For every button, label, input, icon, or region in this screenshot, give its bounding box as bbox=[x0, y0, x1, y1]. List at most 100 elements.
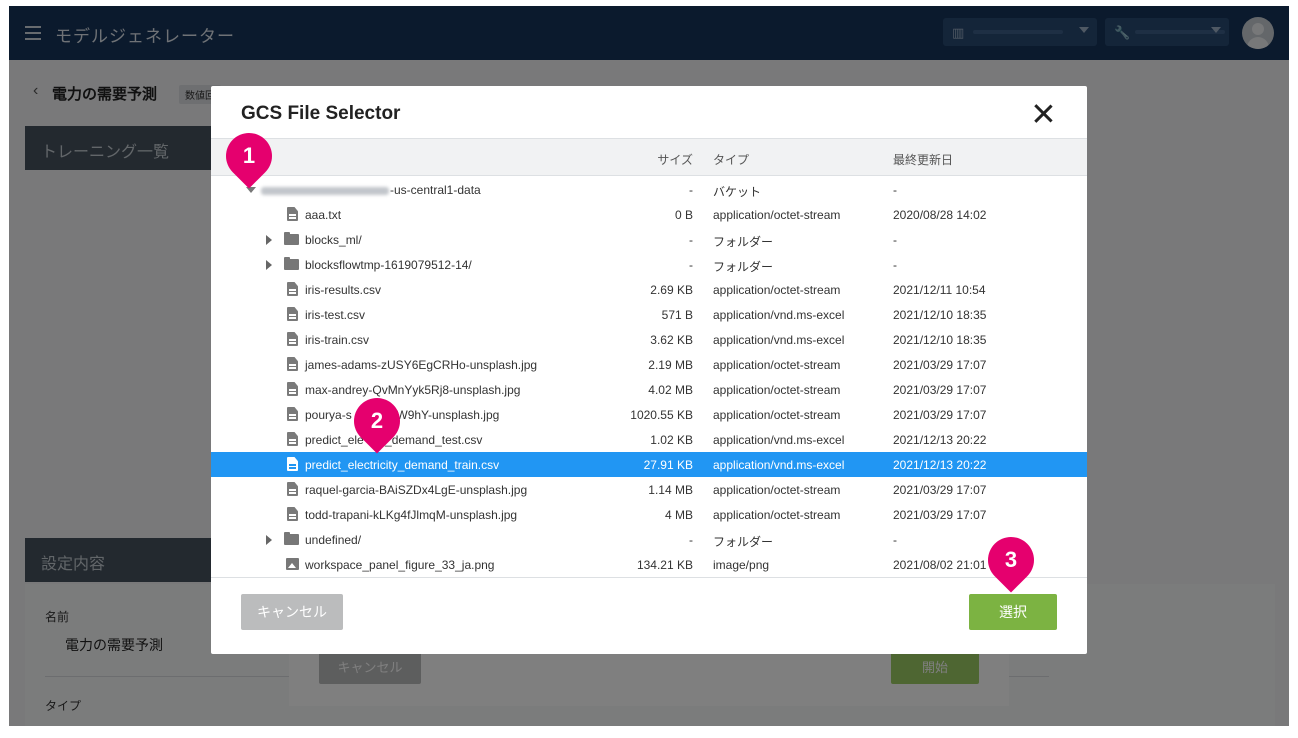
file-modified: - bbox=[893, 233, 897, 247]
file-modified: 2021/03/29 17:07 bbox=[893, 483, 987, 497]
expand-toggle-icon[interactable] bbox=[266, 535, 272, 545]
callout-1: 1 bbox=[216, 123, 282, 189]
file-type: application/vnd.ms-excel bbox=[713, 458, 845, 472]
file-name: todd-trapani-kLKg4fJlmqM-unsplash.jpg bbox=[305, 508, 518, 522]
file-icon bbox=[287, 207, 298, 221]
folder-icon bbox=[284, 232, 299, 245]
file-modified: 2021/03/29 17:07 bbox=[893, 408, 987, 422]
file-name: undefined/ bbox=[305, 533, 362, 547]
file-row[interactable]: todd-trapani-kLKg4fJlmqM-unsplash.jpg 4 M… bbox=[211, 502, 1087, 527]
file-size: 2.69 KB bbox=[650, 283, 693, 297]
expand-toggle-icon[interactable] bbox=[266, 235, 272, 245]
type-column-header[interactable]: タイプ bbox=[713, 151, 749, 168]
file-name: workspace_panel_figure_33_ja.png bbox=[305, 558, 495, 572]
file-size: 27.91 KB bbox=[643, 458, 693, 472]
file-type: フォルダー bbox=[713, 235, 774, 249]
file-row[interactable]: iris-results.csv 2.69 KB application/octet… bbox=[211, 277, 1087, 302]
modified-column-header[interactable]: 最終更新日 bbox=[893, 151, 953, 168]
file-name: raquel-garcia-BAiSZDx4LgE-unsplash.jpg bbox=[305, 483, 528, 497]
dialog-title: GCS File Selector bbox=[241, 103, 401, 124]
file-type: application/vnd.ms-excel bbox=[713, 433, 845, 447]
file-size: 1020.55 KB bbox=[630, 408, 693, 422]
file-type: application/octet-stream bbox=[713, 483, 841, 497]
file-row[interactable]: iris-test.csv 571 B application/vnd.ms-exc… bbox=[211, 302, 1087, 327]
file-modified: - bbox=[893, 183, 897, 197]
file-size: 1.02 KB bbox=[650, 433, 693, 447]
file-size: - bbox=[689, 258, 693, 272]
file-type: application/vnd.ms-excel bbox=[713, 308, 845, 322]
file-icon bbox=[287, 282, 298, 296]
folder-icon bbox=[284, 257, 299, 270]
folder-row[interactable]: undefined/ - フォルダー - bbox=[211, 527, 1087, 552]
file-table-header: サイズ タイプ 最終更新日 bbox=[211, 138, 1087, 176]
callout-3: 3 bbox=[978, 527, 1044, 593]
file-size: - bbox=[689, 183, 693, 197]
cancel-button[interactable]: キャンセル bbox=[241, 594, 343, 630]
file-type: application/octet-stream bbox=[713, 508, 841, 522]
file-icon bbox=[287, 382, 298, 396]
file-size: 4.02 MB bbox=[648, 383, 693, 397]
file-icon bbox=[287, 332, 298, 346]
file-size: 3.62 KB bbox=[650, 333, 693, 347]
gcs-file-selector-dialog: GCS File Selector サイズ タイプ 最終更新日 -us-cent… bbox=[211, 86, 1087, 654]
file-type: フォルダー bbox=[713, 260, 774, 274]
file-size: - bbox=[689, 233, 693, 247]
file-type: application/octet-stream bbox=[713, 383, 841, 397]
file-name: blocksflowtmp-1619079512-14/ bbox=[305, 258, 472, 272]
select-button[interactable]: 選択 bbox=[969, 594, 1057, 630]
file-type: バケット bbox=[713, 185, 762, 199]
file-table-body: -us-central1-data - バケット - aaa.txt 0 B applica… bbox=[211, 177, 1087, 577]
file-row[interactable]: predict_ele city_demand_test.csv 1.02 KB a… bbox=[211, 427, 1087, 452]
file-name: max-andrey-QvMnYyk5Rj8-unsplash.jpg bbox=[305, 383, 521, 397]
image-file-icon bbox=[286, 558, 299, 570]
file-row[interactable]: raquel-garcia-BAiSZDx4LgE-unsplash.jpg 1.… bbox=[211, 477, 1087, 502]
file-icon bbox=[287, 432, 298, 446]
folder-row[interactable]: blocks_ml/ - フォルダー - bbox=[211, 227, 1087, 252]
callout-2: 2 bbox=[344, 388, 410, 454]
file-modified: 2020/08/28 14:02 bbox=[893, 208, 987, 222]
file-modified: 2021/12/10 18:35 bbox=[893, 333, 987, 347]
footer-divider bbox=[211, 577, 1087, 578]
close-icon[interactable] bbox=[1033, 103, 1053, 123]
file-modified: 2021/12/11 10:54 bbox=[893, 283, 986, 297]
file-modified: - bbox=[893, 258, 897, 272]
folder-icon bbox=[284, 532, 299, 545]
bucket-row[interactable]: -us-central1-data - バケット - bbox=[211, 177, 1087, 202]
redacted-bucket-prefix bbox=[261, 186, 389, 195]
file-name: james-adams-zUSY6EgCRHo-unsplash.jpg bbox=[305, 358, 538, 372]
size-column-header[interactable]: サイズ bbox=[657, 151, 693, 168]
file-row[interactable]: aaa.txt 0 B application/octet-stream 2020/0… bbox=[211, 202, 1087, 227]
file-modified: 2021/12/13 20:22 bbox=[893, 458, 987, 472]
file-size: 1.14 MB bbox=[648, 483, 693, 497]
file-row[interactable]: workspace_panel_figure_33_ja.png 134.21 K… bbox=[211, 552, 1087, 577]
file-type: フォルダー bbox=[713, 535, 774, 549]
file-modified: 2021/12/10 18:35 bbox=[893, 308, 987, 322]
file-icon bbox=[287, 357, 298, 371]
callout-number: 3 bbox=[1004, 547, 1018, 572]
file-modified: 2021/03/29 17:07 bbox=[893, 383, 987, 397]
file-type: application/octet-stream bbox=[713, 283, 841, 297]
file-size: 571 B bbox=[661, 308, 693, 322]
file-type: application/octet-stream bbox=[713, 358, 841, 372]
file-modified: 2021/03/29 17:07 bbox=[893, 508, 987, 522]
file-modified: 2021/12/13 20:22 bbox=[893, 433, 987, 447]
file-icon bbox=[287, 507, 298, 521]
expand-toggle-icon[interactable] bbox=[266, 260, 272, 270]
file-size: - bbox=[689, 533, 693, 547]
file-row[interactable]: max-andrey-QvMnYyk5Rj8-unsplash.jpg 4.02 … bbox=[211, 377, 1087, 402]
file-row[interactable]: pourya-s mEoM7W9hY-unsplash.jpg 1020.55 K… bbox=[211, 402, 1087, 427]
file-type: image/png bbox=[713, 558, 770, 572]
file-row[interactable]: iris-train.csv 3.62 KB application/vnd.ms-… bbox=[211, 327, 1087, 352]
folder-row[interactable]: blocksflowtmp-1619079512-14/ - フォルダー - bbox=[211, 252, 1087, 277]
bucket-name: -us-central1-data bbox=[261, 183, 481, 197]
callout-number: 1 bbox=[242, 143, 256, 168]
file-name: blocks_ml/ bbox=[305, 233, 362, 247]
file-modified: 2021/03/29 17:07 bbox=[893, 358, 987, 372]
file-row[interactable]: predict_electricity_demand_train.csv 27.9… bbox=[211, 452, 1087, 477]
file-modified: 2021/08/02 21:01 bbox=[893, 558, 987, 572]
file-size: 0 B bbox=[674, 208, 693, 222]
file-name: iris-test.csv bbox=[305, 308, 365, 322]
file-row[interactable]: james-adams-zUSY6EgCRHo-unsplash.jpg 2.19… bbox=[211, 352, 1087, 377]
callout-number: 2 bbox=[370, 408, 384, 433]
file-name: iris-train.csv bbox=[305, 333, 370, 347]
